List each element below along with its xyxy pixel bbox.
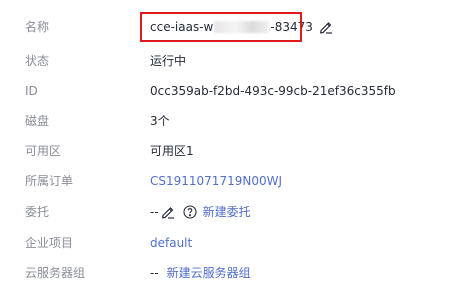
- agency-empty-value: --: [150, 205, 159, 219]
- row-agency: 委托 -- 新建委托: [0, 202, 472, 222]
- order-label: 所属订单: [25, 174, 74, 188]
- question-circle-icon[interactable]: [183, 205, 197, 219]
- row-order: 所属订单 CS1911071719N00WJ: [0, 171, 472, 191]
- server-group-empty-value: --: [150, 266, 159, 280]
- row-enterprise-project: 企业项目 default: [0, 233, 472, 253]
- row-server-group: 云服务器组 -- 新建云服务器组: [0, 263, 472, 283]
- row-az: 可用区 可用区1: [0, 141, 472, 161]
- create-server-group-link[interactable]: 新建云服务器组: [167, 263, 251, 283]
- agency-label: 委托: [25, 205, 50, 219]
- status-label: 状态: [25, 54, 50, 68]
- pencil-edit-icon[interactable]: [161, 205, 175, 219]
- az-label: 可用区: [25, 144, 62, 158]
- row-id: ID 0cc359ab-f2bd-493c-99cb-21ef36c355fb: [0, 81, 472, 101]
- server-group-label: 云服务器组: [25, 266, 86, 280]
- disk-value: 3个: [150, 114, 170, 128]
- status-value: 运行中: [150, 54, 187, 68]
- id-label: ID: [25, 84, 38, 98]
- disk-label: 磁盘: [25, 114, 50, 128]
- instance-details-panel: 名称 cce-iaas-w -83473 状态 运行中 ID 0cc359ab-…: [0, 0, 472, 294]
- enterprise-project-label: 企业项目: [25, 236, 74, 250]
- enterprise-project-link[interactable]: default: [150, 233, 192, 253]
- az-value: 可用区1: [150, 144, 194, 158]
- agency-value: -- 新建委托: [150, 202, 251, 222]
- row-disk: 磁盘 3个: [0, 111, 472, 131]
- name-highlight-box: [140, 12, 302, 42]
- create-agency-link[interactable]: 新建委托: [203, 202, 251, 222]
- name-label: 名称: [25, 20, 50, 34]
- order-link[interactable]: CS1911071719N00WJ: [150, 171, 282, 191]
- server-group-value: -- 新建云服务器组: [150, 263, 251, 283]
- id-value: 0cc359ab-f2bd-493c-99cb-21ef36c355fb: [150, 84, 396, 98]
- pencil-edit-icon[interactable]: [319, 20, 333, 34]
- row-status: 状态 运行中: [0, 51, 472, 71]
